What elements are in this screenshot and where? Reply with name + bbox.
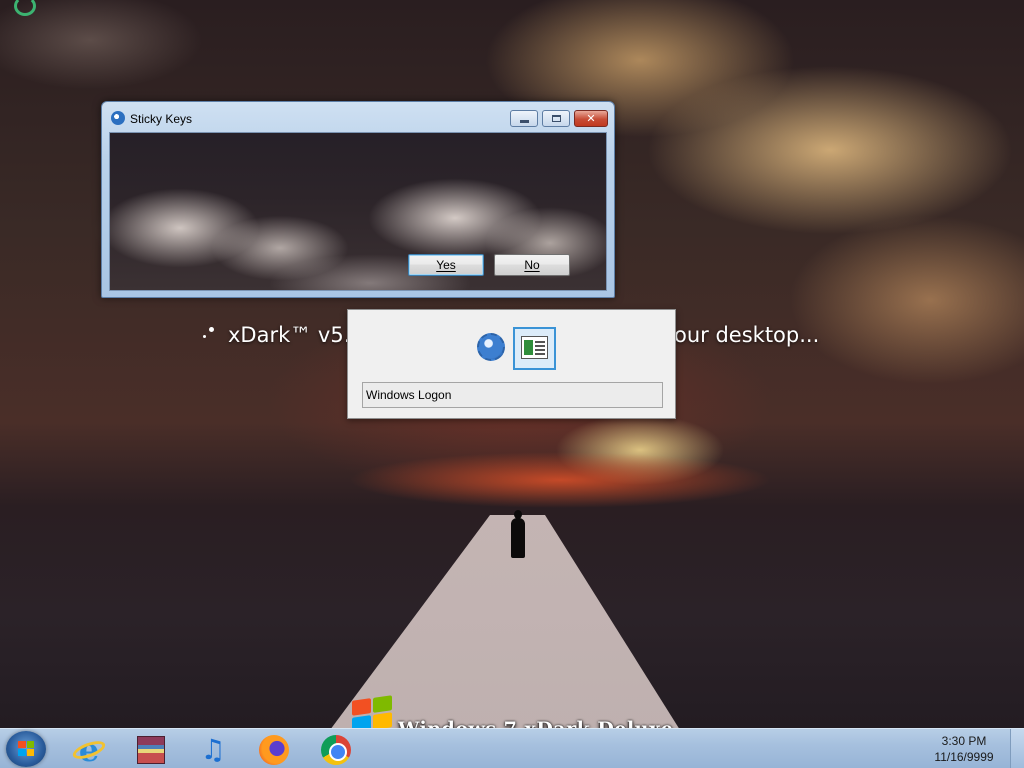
winrar-icon <box>137 736 165 764</box>
window-app-icon <box>521 336 548 359</box>
desktop-banner: xDark™ v5... our desktop... <box>228 323 819 347</box>
minimize-button[interactable] <box>510 110 538 127</box>
taskbar-internet-explorer[interactable]: e <box>70 733 108 767</box>
taskbar-clock[interactable]: 3:30 PM 11/16/9999 <box>924 733 1004 765</box>
maximize-icon <box>551 115 561 122</box>
taskbar-winrar[interactable] <box>134 733 168 767</box>
show-desktop-button[interactable] <box>1010 729 1024 768</box>
wallpaper-figure <box>511 510 525 558</box>
firefox-icon <box>259 735 289 765</box>
chrome-icon <box>321 735 351 765</box>
window-title: Sticky Keys <box>130 112 193 126</box>
yes-button-label: Yes <box>436 258 456 272</box>
brand-logo: Windows 7 xDark Deluxe <box>352 695 673 740</box>
sticky-keys-icon <box>111 111 125 125</box>
windows-logon-popup: Windows Logon <box>347 309 676 419</box>
window-app-icon-selected[interactable] <box>513 327 556 370</box>
start-button[interactable] <box>6 731 46 767</box>
music-note-icon: ♫ <box>200 733 226 766</box>
yes-button[interactable]: Yes <box>408 254 484 276</box>
clock-time: 3:30 PM <box>941 734 987 748</box>
clock-date: 11/16/9999 <box>934 750 994 764</box>
logon-label-field: Windows Logon <box>362 382 663 408</box>
sticky-keys-window: Sticky Keys ✕ Yes No <box>101 101 615 298</box>
close-icon: ✕ <box>586 112 596 125</box>
sticky-keys-body: Yes No <box>109 132 607 291</box>
minimize-icon <box>519 119 529 123</box>
banner-text-right: our desktop... <box>674 323 820 347</box>
loading-spinner-icon <box>203 327 219 343</box>
taskbar-itunes[interactable]: ♫ <box>196 733 230 767</box>
maximize-button[interactable] <box>542 110 570 127</box>
taskbar-firefox[interactable] <box>257 733 291 767</box>
windows-logon-icon[interactable] <box>477 333 505 361</box>
no-button-label: No <box>524 258 540 272</box>
no-button[interactable]: No <box>494 254 570 276</box>
caption-buttons: ✕ <box>510 110 608 127</box>
taskbar: e ♫ 3:30 PM 11/16/9999 <box>0 728 1024 768</box>
windows-flag-icon <box>18 741 34 756</box>
close-button[interactable]: ✕ <box>574 110 608 127</box>
taskbar-chrome[interactable] <box>319 733 353 767</box>
banner-text-left: xDark™ v5... <box>228 323 364 347</box>
